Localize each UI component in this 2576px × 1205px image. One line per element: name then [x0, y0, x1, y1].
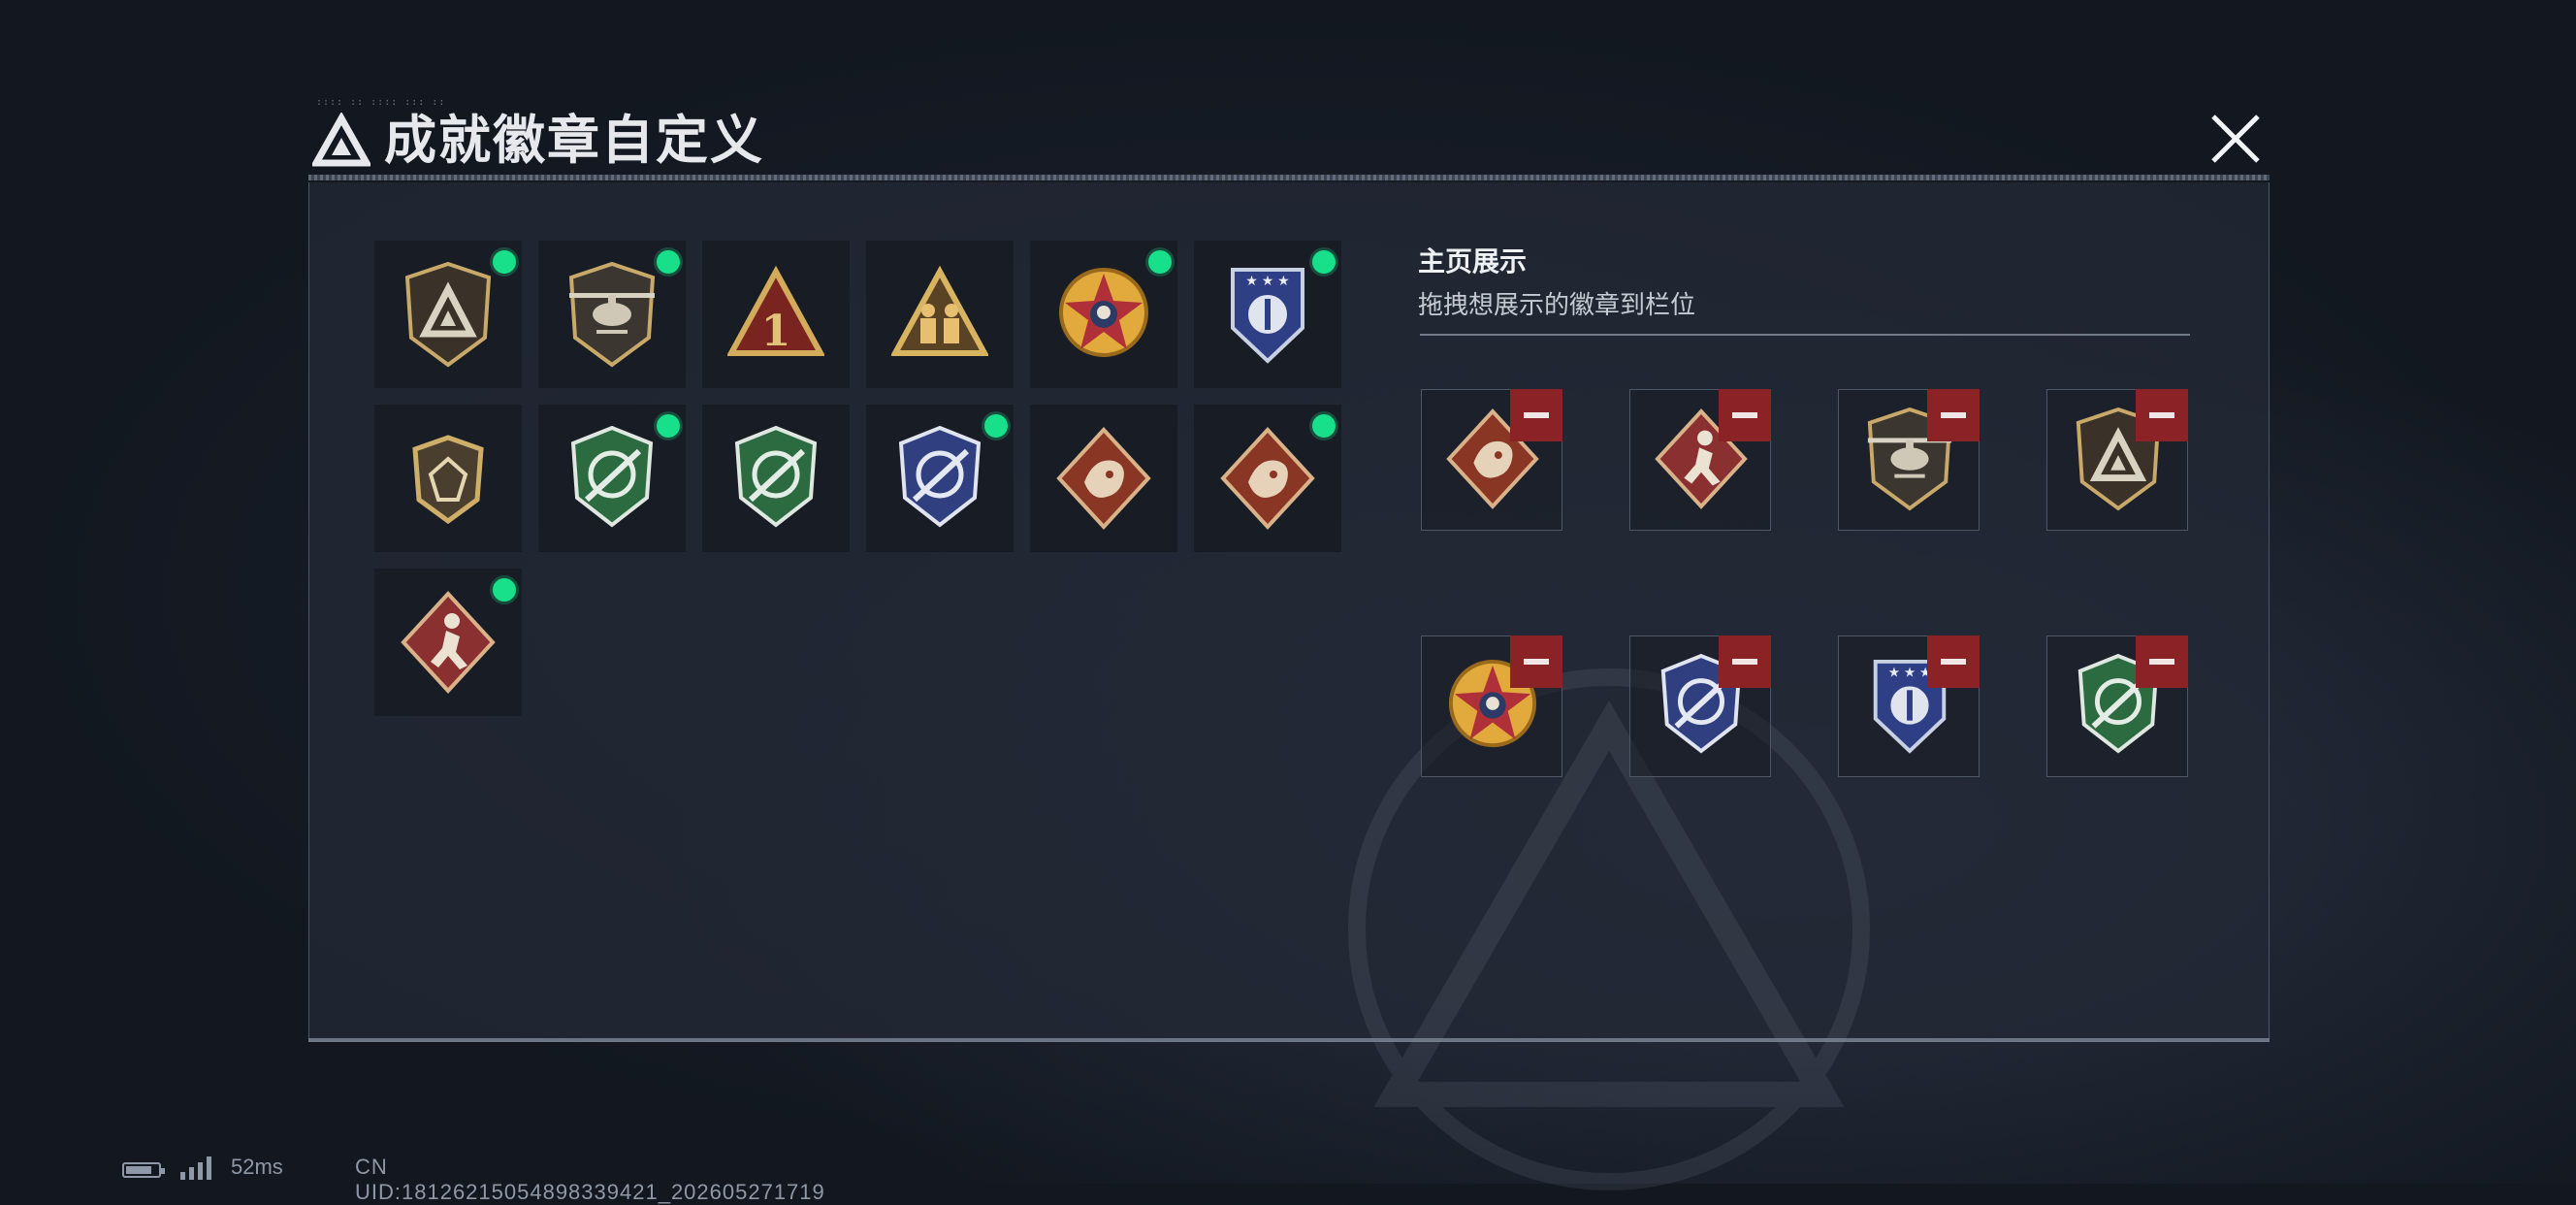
equipped-indicator	[493, 578, 516, 602]
equipped-indicator	[984, 414, 1008, 438]
badge-slot[interactable]	[538, 405, 686, 552]
dragon-diamond-badge-icon	[1220, 427, 1315, 530]
soldiers-triangle-badge-icon	[891, 265, 988, 356]
showcase-slot[interactable]	[1629, 389, 1771, 531]
equipped-indicator	[1312, 250, 1336, 274]
blue-star-emblem-badge-icon: ★ ★ ★	[1231, 268, 1304, 364]
showcase-subtitle: 拖拽想展示的徽章到栏位	[1418, 290, 1696, 319]
badge-slot[interactable]	[374, 241, 522, 388]
remove-badge-button[interactable]	[1927, 389, 1980, 441]
badge-slot[interactable]: ★ ★ ★	[1194, 241, 1341, 388]
delta-shield-badge-icon	[404, 261, 492, 368]
equipped-indicator	[657, 414, 680, 438]
signal-icon	[180, 1156, 211, 1180]
showcase-divider	[1420, 334, 2190, 336]
panel-bottom-line	[308, 1038, 2270, 1042]
remove-badge-button[interactable]	[2136, 635, 2188, 688]
svg-text:1: 1	[761, 307, 791, 356]
header-divider	[308, 175, 2270, 180]
badge-slot[interactable]	[866, 405, 1014, 552]
badge-slot[interactable]	[1030, 405, 1177, 552]
remove-badge-button[interactable]	[1719, 635, 1771, 688]
equipped-indicator	[1148, 250, 1172, 274]
runner-diamond-badge-icon	[401, 591, 496, 694]
showcase-slot[interactable]	[2046, 389, 2188, 531]
badge-slot[interactable]	[1194, 405, 1341, 552]
crystal-shield-badge-icon	[412, 435, 484, 525]
number-one-triangle-badge-icon: 1	[727, 265, 824, 356]
equipped-indicator	[1312, 414, 1336, 438]
badge-slot[interactable]	[538, 241, 686, 388]
showcase-slot[interactable]: ★ ★ ★	[1838, 635, 1980, 777]
close-icon[interactable]	[2200, 111, 2271, 169]
dragon-diamond-badge-icon	[1056, 427, 1151, 530]
helicopter-shield-badge-icon	[568, 261, 656, 368]
equipped-indicator	[493, 250, 516, 274]
star-skull-roundel-badge-icon	[1059, 268, 1148, 357]
showcase-slot[interactable]	[2046, 635, 2188, 777]
delta-logo-icon	[312, 113, 370, 167]
showcase-slot[interactable]	[1421, 635, 1562, 777]
uid-text: CN UID:18126215054898339421_202605271719	[355, 1155, 825, 1204]
svg-text:★ ★ ★: ★ ★ ★	[1245, 273, 1289, 288]
badge-slot[interactable]	[866, 241, 1014, 388]
battery-icon	[122, 1162, 165, 1178]
badge-slot[interactable]: 1	[702, 241, 850, 388]
remove-badge-button[interactable]	[1927, 635, 1980, 688]
dialog-header: :::: :: :::: ::: :: 成就徽章自定义	[308, 97, 2277, 180]
equipped-indicator	[657, 250, 680, 274]
showcase-title: 主页展示	[1418, 246, 1528, 277]
badge-slot[interactable]	[1030, 241, 1177, 388]
remove-badge-button[interactable]	[1719, 389, 1771, 441]
svg-text:★ ★ ★: ★ ★ ★	[1888, 666, 1932, 680]
badge-slot[interactable]	[374, 569, 522, 716]
green-crosshair-rifle-badge-icon	[734, 425, 818, 528]
badge-slot[interactable]	[702, 405, 850, 552]
showcase-slot[interactable]	[1629, 635, 1771, 777]
dialog-title: 成就徽章自定义	[384, 112, 764, 170]
badge-slot[interactable]	[374, 405, 522, 552]
remove-badge-button[interactable]	[1510, 389, 1562, 441]
showcase-slot[interactable]	[1421, 389, 1562, 531]
ping-value: 52ms	[231, 1155, 283, 1179]
green-crosshair-rifle-badge-icon	[570, 425, 654, 528]
remove-badge-button[interactable]	[2136, 389, 2188, 441]
showcase-slot[interactable]	[1838, 389, 1980, 531]
blue-crosshair-rifle-badge-icon	[898, 425, 982, 528]
remove-badge-button[interactable]	[1510, 635, 1562, 688]
